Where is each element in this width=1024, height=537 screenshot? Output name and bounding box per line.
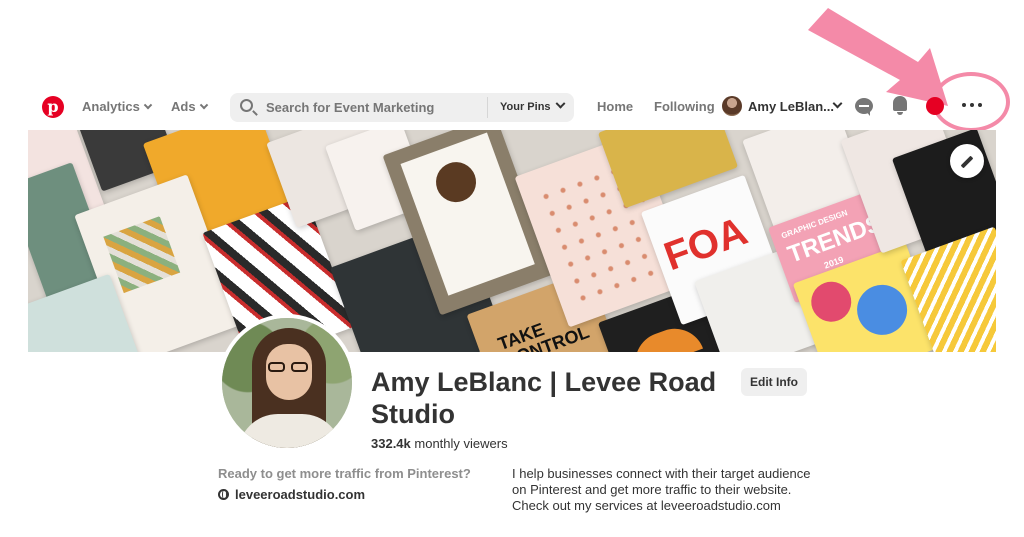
chevron-down-icon bbox=[143, 100, 153, 110]
search-bar[interactable]: Search for Event Marketing Your Pins bbox=[230, 93, 574, 122]
chevron-down-icon bbox=[199, 100, 208, 110]
profile-bio: I help businesses connect with their tar… bbox=[512, 466, 811, 513]
search-input[interactable]: Search for Event Marketing bbox=[266, 100, 434, 115]
messages-icon[interactable] bbox=[855, 98, 873, 116]
notifications-bell-icon[interactable] bbox=[893, 96, 907, 115]
search-scope-label: Your Pins bbox=[500, 101, 551, 113]
website-url[interactable]: leveeroadstudio.com bbox=[235, 487, 365, 502]
profile-tagline: Ready to get more traffic from Pinterest… bbox=[218, 466, 471, 481]
viewers-count: 332.4k bbox=[371, 436, 411, 451]
analytics-label: Analytics bbox=[82, 99, 140, 114]
profile-cover-collage: TAKE CONTROL FOA GRAPHIC DESIGN TRENDS 2… bbox=[28, 130, 996, 352]
viewers-label: monthly viewers bbox=[414, 436, 508, 451]
user-name: Amy LeBlan... bbox=[748, 99, 834, 114]
profile-name: Amy LeBlanc | Levee Road Studio bbox=[371, 367, 717, 429]
following-link[interactable]: Following bbox=[654, 99, 715, 114]
avatar bbox=[722, 96, 742, 116]
search-divider bbox=[487, 97, 488, 118]
chevron-down-icon bbox=[555, 98, 565, 109]
website-link[interactable]: leveeroadstudio.com bbox=[218, 487, 365, 502]
search-scope-dropdown[interactable]: Your Pins bbox=[500, 98, 565, 113]
monthly-viewers: 332.4k monthly viewers bbox=[371, 436, 508, 451]
ads-dropdown[interactable]: Ads bbox=[171, 99, 208, 114]
chevron-down-icon[interactable] bbox=[832, 98, 843, 109]
pencil-icon bbox=[960, 155, 974, 169]
edit-info-button[interactable]: Edit Info bbox=[741, 368, 807, 396]
home-link[interactable]: Home bbox=[597, 99, 633, 114]
top-navigation-bar: p Analytics Ads Search for Event Marketi… bbox=[0, 88, 1024, 128]
more-options-icon[interactable] bbox=[962, 100, 984, 110]
edit-cover-button[interactable] bbox=[950, 144, 984, 178]
analytics-dropdown[interactable]: Analytics bbox=[82, 99, 153, 114]
globe-icon bbox=[218, 489, 229, 500]
ads-label: Ads bbox=[171, 99, 196, 114]
updates-icon[interactable] bbox=[926, 97, 944, 115]
search-icon bbox=[240, 99, 253, 112]
pinterest-logo-icon[interactable]: p bbox=[42, 96, 64, 118]
profile-avatar bbox=[218, 314, 356, 452]
